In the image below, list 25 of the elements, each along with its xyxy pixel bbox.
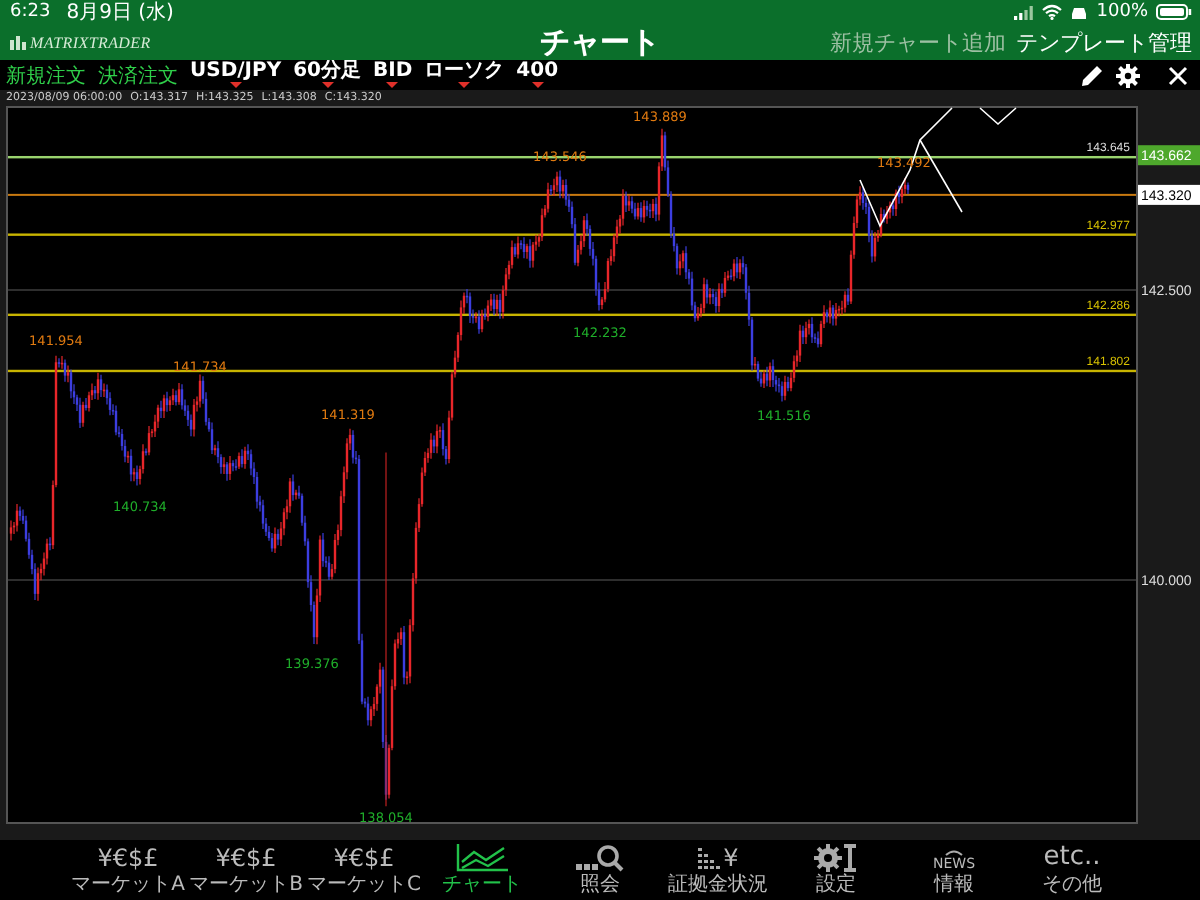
page-title: チャート [540, 23, 660, 61]
currency-icon: ¥€$£ [215, 844, 277, 872]
status-date: 8月9日 (水) [66, 0, 174, 26]
nav-tab[interactable]: 設定 [783, 840, 889, 900]
logo-text: MATRIXTRADER [30, 33, 151, 51]
status-time: 6:23 [10, 2, 51, 22]
battery-percent: 100% [1096, 2, 1148, 22]
nav-tab[interactable]: ¥ 証拠金状況 [665, 840, 771, 900]
header-action-button[interactable]: テンプレート管理 [1016, 27, 1192, 57]
nav-tab[interactable]: ¥€$£ マーケットB [193, 840, 299, 900]
nav-tab[interactable]: ¥€$£ マーケットA [75, 840, 181, 900]
chart-option-dropdown[interactable]: 400 [516, 60, 559, 90]
currency-icon: ¥€$£ [97, 844, 159, 872]
chart-option-dropdown[interactable]: ローソク [424, 60, 505, 90]
chart-option-dropdown[interactable]: USD/JPY [190, 60, 282, 90]
currency-icon: ¥€$£ [333, 844, 395, 872]
nav-tab[interactable]: チャート [429, 840, 535, 900]
nav-tab[interactable]: etc.. その他 [1019, 840, 1125, 900]
chart-option-dropdown[interactable]: 60分足 [293, 60, 361, 90]
order-button[interactable]: 決済注文 [98, 61, 178, 89]
nav-tab[interactable]: 照会 [547, 840, 653, 900]
chart-option-dropdown[interactable]: BID [373, 60, 413, 90]
more-icon: etc.. [1043, 844, 1101, 872]
order-button[interactable]: 新規注文 [6, 61, 86, 89]
nav-tab[interactable]: ¥€$£ マーケットC [311, 840, 417, 900]
